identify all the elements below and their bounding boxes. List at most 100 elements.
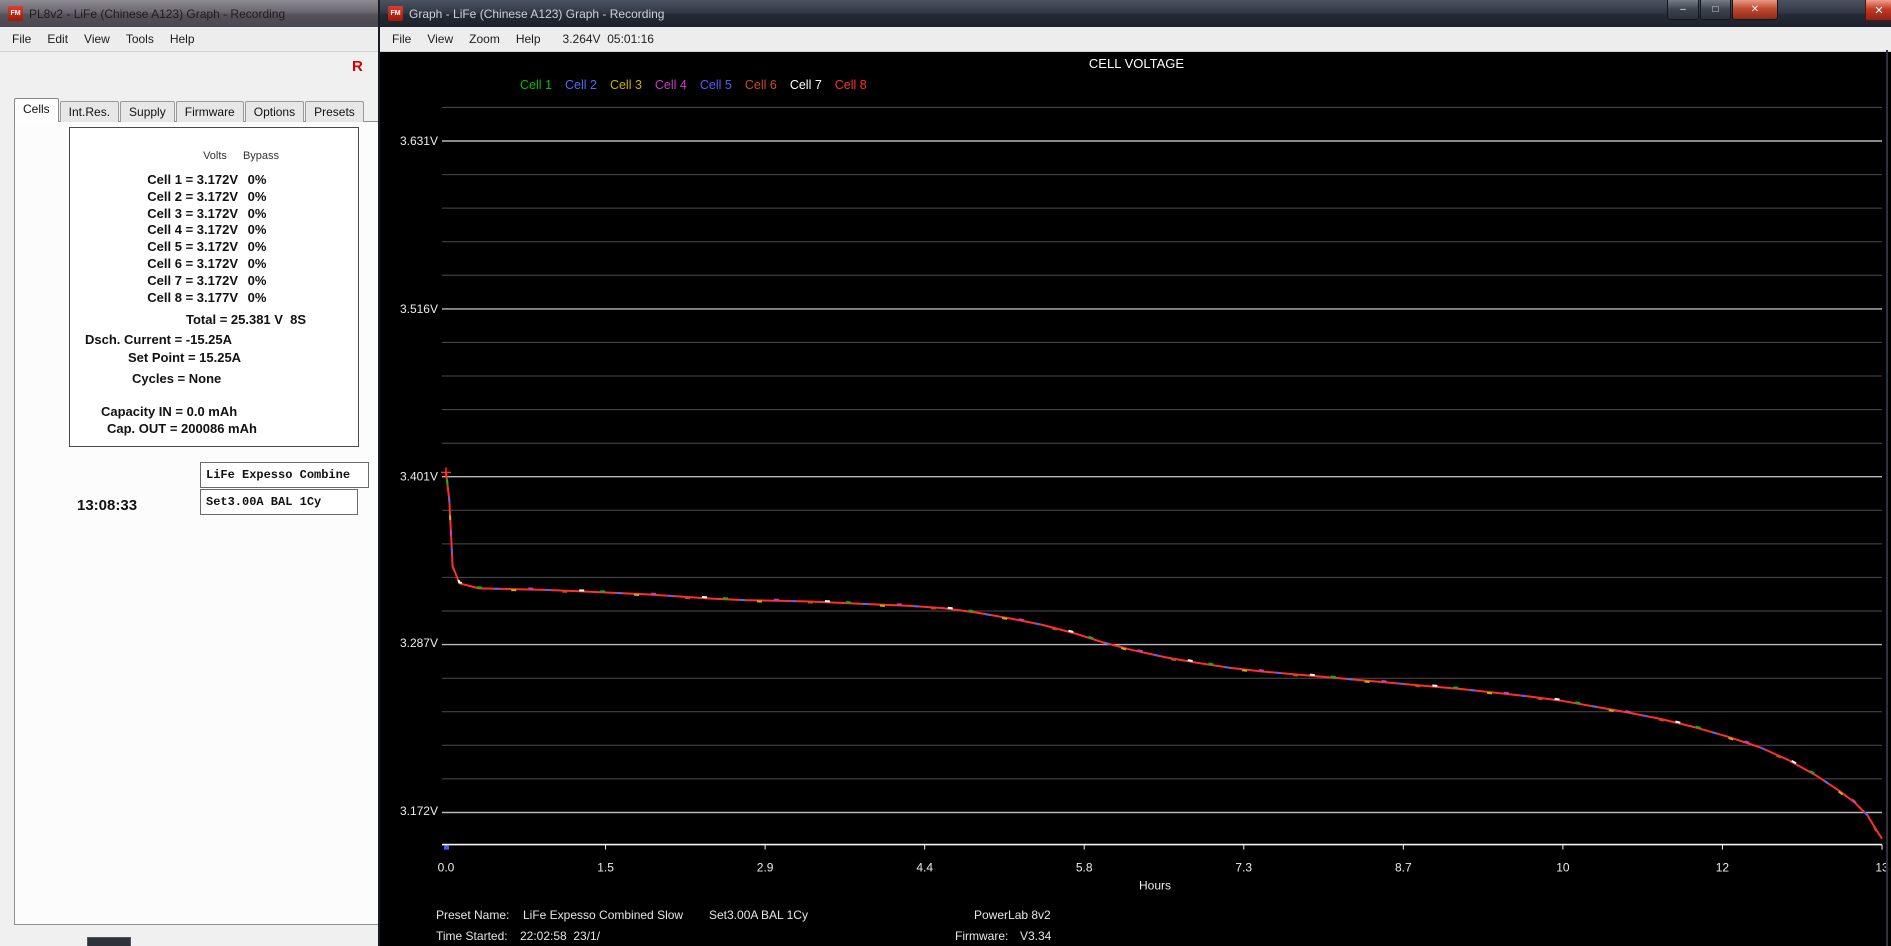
footer-firmware-label: Firmware: <box>955 929 1009 943</box>
svg-text:0.0: 0.0 <box>438 861 455 875</box>
footer-preset-label: Preset Name: <box>436 908 510 922</box>
legend-cell3: Cell 3 <box>609 78 642 92</box>
status-readout: 3.264V 05:01:16 <box>562 32 654 46</box>
cell-volts: Cell 4 = 3.172V <box>147 222 238 238</box>
left-titlebar[interactable]: FM PL8v2 - LiFe (Chinese A123) Graph - R… <box>0 0 378 27</box>
corner-close-button[interactable]: ✕ <box>1865 0 1891 21</box>
cell-bypass: 0% <box>247 205 267 221</box>
dsch-current-line: Dsch. Current = -15.25A <box>85 332 233 347</box>
svg-text:10: 10 <box>1556 861 1570 875</box>
cell-bypass: 0% <box>247 256 267 271</box>
legend-cell8: Cell 8 <box>834 78 867 92</box>
cell-rows: Cell 1 = 3.172V 0% Cell 2 = 3.172V 0% Cell 3… <box>0 172 378 312</box>
legend-cell7: Cell 7 <box>789 78 822 92</box>
footer-time-value: 22:02:58 23/1/ <box>520 929 601 943</box>
cell-bypass: 0% <box>247 188 267 204</box>
cell-volts: Cell 8 = 3.177V <box>147 289 238 305</box>
cell-bypass: 0% <box>247 272 267 288</box>
svg-text:7.3: 7.3 <box>1235 861 1252 875</box>
capacity-in-line: Capacity IN = 0.0 mAh <box>101 404 238 419</box>
cell-row: Cell 4 = 3.172V 0% <box>0 222 378 239</box>
footer-preset-name: LiFe Expesso Combined Slow <box>523 908 684 922</box>
menu-item-zoom[interactable]: Zoom <box>461 29 508 49</box>
svg-text:3.516V: 3.516V <box>400 302 438 316</box>
window-edge-line <box>1886 50 1888 946</box>
cell-row: Cell 5 = 3.172V 0% <box>0 239 378 256</box>
menu-item-view[interactable]: View <box>76 29 118 49</box>
left-window-title: PL8v2 - LiFe (Chinese A123) Graph - Reco… <box>29 6 286 21</box>
svg-text:1.5: 1.5 <box>597 861 614 875</box>
chart-title: CELL VOLTAGE <box>1088 56 1185 71</box>
cell-bypass: 0% <box>247 239 267 255</box>
tab-firmware[interactable]: Firmware <box>175 101 244 122</box>
legend-cell5: Cell 5 <box>699 78 732 92</box>
close-button[interactable]: ✕ <box>1732 0 1778 20</box>
graph-window: FM Graph - LiFe (Chinese A123) Graph - R… <box>378 0 1891 946</box>
minimize-button[interactable]: – <box>1667 0 1699 20</box>
footer-firmware-value: V3.34 <box>1020 929 1052 943</box>
tab-options[interactable]: Options <box>244 101 305 122</box>
tab-intres[interactable]: Int.Res. <box>59 101 120 122</box>
cell-volts: Cell 6 = 3.172V <box>147 256 238 271</box>
legend-cell6: Cell 6 <box>744 78 777 92</box>
clock: 13:08:33 <box>77 497 138 514</box>
cell-volts: Cell 7 = 3.172V <box>147 272 238 288</box>
svg-text:3.401V: 3.401V <box>400 470 438 484</box>
cell-row: Cell 3 = 3.172V 0% <box>0 206 378 223</box>
svg-text:3.172V: 3.172V <box>400 804 438 818</box>
app-icon[interactable]: FM <box>8 6 23 21</box>
set-point-line: Set Point = 15.25A <box>128 350 242 365</box>
cycles-line: Cycles = None <box>132 371 222 386</box>
cell-bypass: 0% <box>247 222 267 238</box>
tab-strip: Cells Int.Res. Supply Firmware Options Preset… <box>14 98 365 122</box>
chart-svg[interactable]: 3.631V 3.516V 3.401V 3.287V 3.172V 0.0 1.5 2.9 4… <box>380 50 1891 946</box>
menu-item-file[interactable]: File <box>384 29 419 49</box>
footer-time-label: Time Started: <box>436 929 508 943</box>
menu-item-help[interactable]: Help <box>508 29 549 49</box>
legend-cell4: Cell 4 <box>654 78 687 92</box>
graph-app-icon[interactable]: FM <box>388 6 403 21</box>
maximize-button[interactable]: □ <box>1700 0 1731 20</box>
right-menubar: File View Zoom Help <box>384 29 549 49</box>
cell-row: Cell 1 = 3.172V 0% <box>0 172 378 189</box>
cell-volts: Cell 3 = 3.172V <box>147 205 238 221</box>
chart-legend: Cell 1 Cell 2 Cell 3 Cell 4 Cell 5 Cell 6 Cell… <box>520 78 867 92</box>
preset-combo-name[interactable]: LiFe Expesso Combine <box>200 462 369 488</box>
recording-indicator: R <box>352 58 363 75</box>
cell-row: Cell 7 = 3.172V 0% <box>0 273 378 290</box>
right-window-title: Graph - LiFe (Chinese A123) Graph - Reco… <box>409 6 665 21</box>
cap-out-line: Cap. OUT = 200086 mAh <box>107 421 257 436</box>
cell-bypass: 0% <box>247 172 267 187</box>
cell-volts: Cell 5 = 3.172V <box>147 239 238 255</box>
preset-combo-detail[interactable]: Set3.00A BAL 1Cy <box>200 489 358 515</box>
charger-window: FM PL8v2 - LiFe (Chinese A123) Graph - R… <box>0 0 378 946</box>
cell-volts: Cell 1 = 3.172V <box>147 172 238 187</box>
right-menubar-wrap: File View Zoom Help 3.264V 05:01:16 <box>380 27 1891 52</box>
svg-text:5.8: 5.8 <box>1076 861 1093 875</box>
legend-cell2: Cell 2 <box>564 78 597 92</box>
tab-presets[interactable]: Presets <box>305 101 364 122</box>
cell-bypass: 0% <box>247 289 267 305</box>
total-line: Total = 25.381 V 8S <box>186 312 307 327</box>
menu-item-view[interactable]: View <box>419 29 461 49</box>
svg-text:8.7: 8.7 <box>1395 861 1412 875</box>
menu-item-help[interactable]: Help <box>162 29 203 49</box>
svg-text:4.4: 4.4 <box>916 861 933 875</box>
cell-volts: Cell 2 = 3.172V <box>147 188 238 204</box>
bypass-header: Bypass <box>242 150 280 162</box>
menu-item-tools[interactable]: Tools <box>118 29 162 49</box>
cell-row: Cell 2 = 3.172V 0% <box>0 189 378 206</box>
menu-item-file[interactable]: File <box>4 29 39 49</box>
legend-cell1: Cell 1 <box>520 78 552 92</box>
bottom-stub-button[interactable] <box>87 937 131 946</box>
svg-text:3.631V: 3.631V <box>400 134 438 148</box>
footer-device: PowerLab 8v2 <box>974 908 1051 922</box>
tab-supply[interactable]: Supply <box>120 101 175 122</box>
tab-cells[interactable]: Cells <box>14 98 59 122</box>
right-titlebar[interactable]: FM Graph - LiFe (Chinese A123) Graph - R… <box>380 0 1891 27</box>
cell-row: Cell 6 = 3.172V 0% <box>0 256 378 273</box>
window-button-group: – □ ✕ <box>1666 0 1778 20</box>
footer-preset-detail: Set3.00A BAL 1Cy <box>709 908 808 922</box>
cell-row: Cell 8 = 3.177V 0% <box>0 290 378 307</box>
menu-item-edit[interactable]: Edit <box>39 29 76 49</box>
